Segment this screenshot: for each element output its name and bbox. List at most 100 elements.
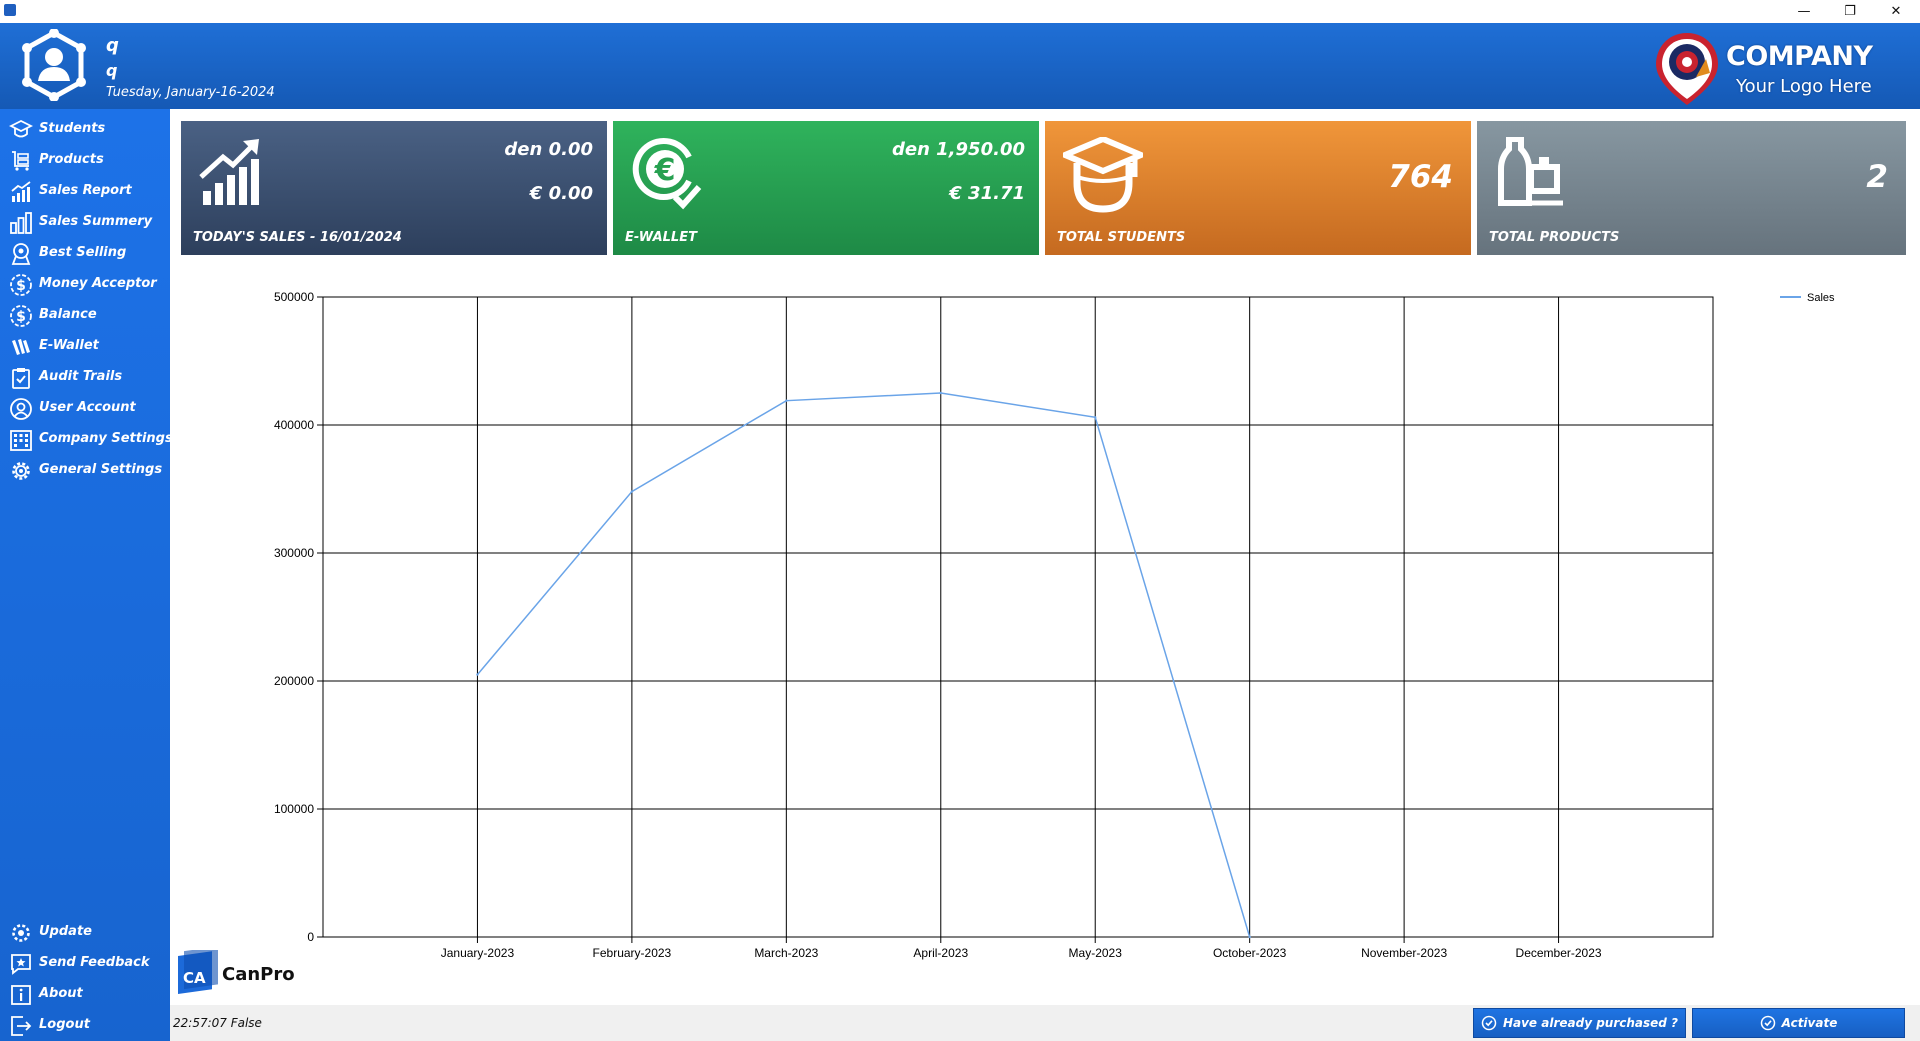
y-tick-label: 100000: [274, 802, 314, 816]
minimize-button[interactable]: —: [1781, 0, 1827, 23]
legend-label: Sales: [1807, 292, 1835, 304]
sidebar-item-label: Students: [39, 121, 106, 136]
current-date: Tuesday, January-16-2024: [106, 85, 275, 100]
canpro-logo: CA CanPro: [178, 946, 308, 996]
sidebar-item-update[interactable]: Update: [0, 917, 170, 945]
chart-legend: Sales: [1780, 292, 1835, 304]
activate-button[interactable]: Activate: [1692, 1008, 1905, 1038]
chart-grid: [317, 296, 1714, 943]
todays-sales-card[interactable]: den 0.00 € 0.00 TODAY'S SALES - 16/01/20…: [181, 121, 607, 255]
sidebar-item-label: Send Feedback: [39, 955, 150, 970]
plot-border: [322, 296, 1714, 938]
sidebar-item-logout[interactable]: Logout: [0, 1010, 170, 1038]
user-avatar-icon: [22, 29, 86, 101]
sidebar: Students Products Sales Report Sales Sum…: [0, 109, 173, 1041]
sidebar-item-e-wallet[interactable]: E-Wallet: [0, 331, 170, 359]
student-icon: [1063, 137, 1143, 213]
sidebar-item-send-feedback[interactable]: Send Feedback: [0, 948, 170, 976]
activate-label: Activate: [1781, 1016, 1838, 1030]
already-purchased-button[interactable]: Have already purchased ?: [1473, 1008, 1686, 1038]
logo-tagline: Your Logo Here: [1736, 76, 1872, 97]
e-wallet-eur: € 31.71: [949, 183, 1025, 204]
sidebar-item-label: Company Settings: [39, 431, 173, 446]
sidebar-item-sales-report[interactable]: Sales Report: [0, 176, 170, 204]
user-circle-icon: [10, 398, 32, 420]
sidebar-item-user-account[interactable]: User Account: [0, 393, 170, 421]
svg-text:$: $: [16, 309, 26, 325]
sidebar-item-best-selling[interactable]: Best Selling: [0, 238, 170, 266]
y-tick-label: 200000: [274, 674, 314, 688]
sales-report-icon: [11, 181, 31, 202]
total-students-value: 764: [1388, 159, 1453, 195]
chart-series: [476, 391, 1251, 939]
y-tick-label: 0: [307, 930, 314, 944]
sidebar-item-products[interactable]: Products: [0, 145, 170, 173]
sales-chart: January-2023 February-2023 March-2023 April…: [181, 270, 1881, 970]
todays-sales-den: den 0.00: [504, 139, 593, 160]
close-button[interactable]: ✕: [1873, 0, 1919, 23]
canpro-brand-text: CanPro: [222, 964, 295, 985]
x-tick-label: January-2023: [441, 946, 515, 960]
sidebar-item-sales-summery[interactable]: Sales Summery: [0, 207, 170, 235]
award-icon: [11, 243, 31, 265]
data-point: [939, 391, 942, 395]
bar-chart-icon: [10, 212, 32, 234]
feedback-icon: [11, 954, 31, 975]
sidebar-item-label: User Account: [39, 400, 136, 415]
x-tick-label: November-2023: [1361, 946, 1447, 960]
sidebar-item-balance[interactable]: $ Balance: [0, 300, 170, 328]
sidebar-item-label: Sales Summery: [39, 214, 153, 229]
status-bar: 22:57:07 False Have already purchased ? …: [170, 1005, 1920, 1041]
dollar-circle-icon: $: [10, 305, 32, 327]
data-point: [476, 673, 479, 676]
cart-icon: [12, 151, 29, 171]
sidebar-item-audit-trails[interactable]: Audit Trails: [0, 362, 170, 390]
sidebar-item-general-settings[interactable]: General Settings: [0, 455, 170, 483]
todays-sales-eur: € 0.00: [529, 183, 593, 204]
app-window: — ❐ ✕ q q Tuesday, January-16-2024 COMPA…: [0, 0, 1920, 1041]
x-tick-label: April-2023: [913, 946, 968, 960]
check-circle-icon: [1760, 1015, 1775, 1031]
total-students-card[interactable]: 764 TOTAL STUDENTS: [1045, 121, 1471, 255]
x-tick-label: December-2023: [1516, 946, 1602, 960]
total-products-title: TOTAL PRODUCTS: [1489, 230, 1620, 245]
sidebar-item-label: Products: [39, 152, 104, 167]
update-icon: [12, 924, 30, 942]
building-icon: [10, 430, 32, 451]
total-products-value: 2: [1866, 159, 1888, 195]
data-point: [1094, 416, 1097, 419]
info-icon: [11, 985, 31, 1005]
chart-axes: January-2023 February-2023 March-2023 April…: [274, 290, 1602, 960]
series-line-sales: [476, 392, 1251, 938]
sidebar-item-label: Update: [39, 924, 92, 939]
sidebar-item-label: Money Acceptor: [39, 276, 157, 291]
data-point: [1248, 935, 1251, 939]
data-point: [630, 490, 634, 493]
sidebar-item-label: General Settings: [39, 462, 163, 477]
sidebar-item-students[interactable]: Students: [0, 114, 170, 142]
total-students-title: TOTAL STUDENTS: [1057, 230, 1186, 245]
sidebar-item-money-acceptor[interactable]: $ Money Acceptor: [0, 269, 170, 297]
company-logo: COMPANY Your Logo Here: [1652, 29, 1892, 107]
sales-line-chart: January-2023 February-2023 March-2023 April…: [274, 290, 1835, 960]
wallet-icon: [12, 339, 30, 355]
graduation-cap-icon: [9, 119, 33, 138]
sidebar-item-label: Audit Trails: [39, 369, 123, 384]
location-pin-logo-icon: [1656, 33, 1718, 105]
restore-button[interactable]: ❐: [1827, 0, 1873, 23]
euro-check-icon: €: [632, 138, 702, 210]
sidebar-item-company-settings[interactable]: Company Settings: [0, 424, 173, 452]
products-icon: [1498, 137, 1563, 206]
clipboard-check-icon: [12, 368, 30, 389]
sidebar-item-label: Best Selling: [39, 245, 127, 260]
svg-text:€: €: [654, 153, 676, 188]
sidebar-item-about[interactable]: About: [0, 979, 170, 1007]
data-point: [785, 399, 788, 402]
e-wallet-card[interactable]: € den 1,950.00 € 31.71 E-WALLET: [613, 121, 1039, 255]
sidebar-item-label: About: [39, 986, 83, 1001]
sidebar-item-label: E-Wallet: [39, 338, 99, 353]
total-products-card[interactable]: 2 TOTAL PRODUCTS: [1477, 121, 1906, 255]
logo-company-text: COMPANY: [1726, 41, 1873, 72]
e-wallet-den: den 1,950.00: [892, 139, 1025, 160]
user-role: q: [106, 61, 118, 80]
